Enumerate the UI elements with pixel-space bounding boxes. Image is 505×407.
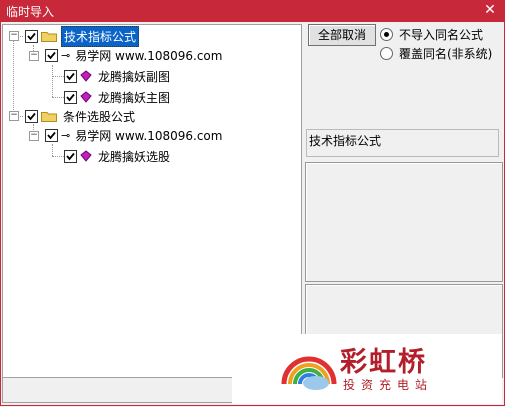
- radio-overwrite[interactable]: 覆盖同名(非系统): [380, 45, 492, 61]
- checkbox[interactable]: [45, 48, 58, 62]
- tree-connector: [52, 144, 53, 156]
- checkbox[interactable]: [25, 109, 38, 123]
- folder-icon: [41, 110, 57, 122]
- checkbox[interactable]: [64, 69, 77, 83]
- checkbox[interactable]: [64, 90, 77, 104]
- checkbox[interactable]: [45, 128, 58, 142]
- tree-node-label: 龙腾擒妖主图: [98, 90, 171, 105]
- watermark-title: 彩虹桥: [340, 347, 427, 378]
- formula-type-text: 技术指标公式: [309, 134, 382, 148]
- folder-icon: [41, 30, 57, 42]
- tree-connector: [52, 65, 53, 97]
- formula-tree[interactable]: − 技术指标公式 − ⊸ 易学网 www.108096.com 龙腾擒妖副图 龙…: [2, 24, 302, 378]
- tree-node-label: 龙腾擒妖副图: [98, 69, 171, 84]
- tree-node-screening-formulas[interactable]: 条件选股公式: [25, 107, 137, 125]
- tree-node-formula[interactable]: 龙腾擒妖副图: [64, 67, 172, 85]
- window-title: 临时导入: [6, 5, 55, 19]
- formula-icon: [80, 150, 92, 162]
- key-icon: ⊸: [61, 48, 70, 62]
- title-bar: 临时导入 ✕: [0, 0, 505, 22]
- radio-label: 覆盖同名(非系统): [399, 46, 493, 61]
- deselect-all-button[interactable]: 全部取消: [308, 24, 376, 46]
- rainbow-logo-icon: [281, 356, 337, 390]
- expand-toggle[interactable]: −: [9, 31, 19, 41]
- tree-connector: [52, 76, 64, 77]
- formula-icon: [80, 91, 92, 103]
- close-icon[interactable]: ✕: [475, 0, 505, 22]
- tree-node-formula[interactable]: 龙腾擒妖选股: [64, 147, 172, 165]
- tree-node-formula[interactable]: 龙腾擒妖主图: [64, 88, 172, 106]
- tree-connector: [52, 156, 64, 157]
- tree-node-label: 易学网 www.108096.com: [75, 128, 223, 143]
- watermark-subtitle: 投资充电站: [343, 378, 434, 392]
- expand-toggle[interactable]: −: [9, 111, 19, 121]
- formula-icon: [80, 70, 92, 82]
- tree-node-label: 龙腾擒妖选股: [98, 149, 171, 164]
- tree-node-label: 条件选股公式: [63, 109, 136, 124]
- tree-connector: [13, 38, 14, 116]
- tree-node-indicator-formulas[interactable]: 技术指标公式: [25, 25, 140, 47]
- expand-toggle[interactable]: −: [29, 51, 39, 61]
- key-icon: ⊸: [61, 128, 70, 142]
- radio-button[interactable]: [380, 46, 393, 60]
- radio-label: 不导入同名公式: [399, 27, 484, 42]
- formula-type-label: 技术指标公式: [306, 129, 499, 157]
- expand-toggle[interactable]: −: [29, 131, 39, 141]
- tree-connector: [52, 97, 64, 98]
- radio-button-selected[interactable]: [380, 27, 393, 41]
- radio-no-import[interactable]: 不导入同名公式: [380, 26, 483, 42]
- checkbox[interactable]: [25, 29, 38, 43]
- checkbox[interactable]: [64, 149, 77, 163]
- tree-node-site-group[interactable]: ⊸ 易学网 www.108096.com: [45, 46, 224, 64]
- preview-panel: [305, 162, 503, 282]
- tree-node-label: 技术指标公式: [61, 25, 140, 47]
- tree-node-site-group[interactable]: ⊸ 易学网 www.108096.com: [45, 126, 224, 144]
- tree-node-label: 易学网 www.108096.com: [75, 48, 223, 63]
